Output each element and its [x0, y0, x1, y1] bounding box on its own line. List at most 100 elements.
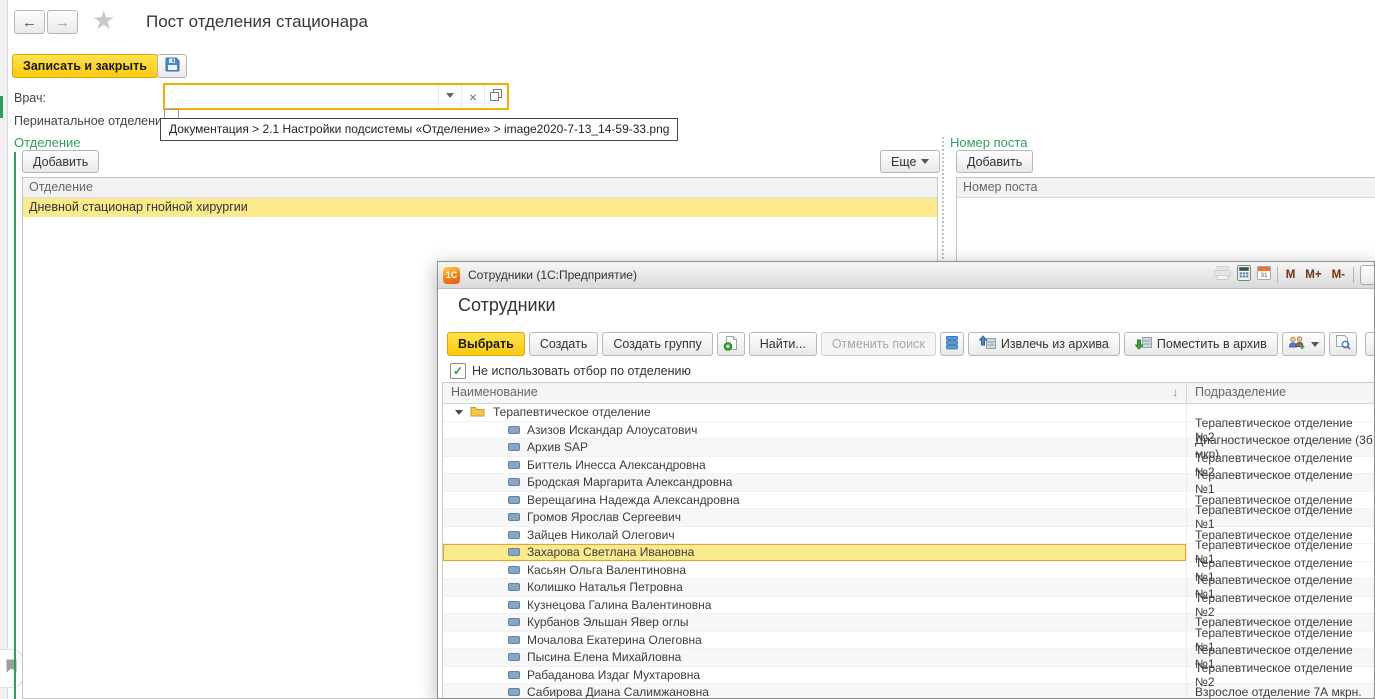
employee-name: Бродская Маргарита Александровна	[527, 475, 732, 489]
check-icon: ✓	[453, 365, 463, 377]
employee-row[interactable]: Кузнецова Галина Валентиновна Терапевтич…	[443, 597, 1374, 615]
expand-collapse-icon[interactable]	[455, 410, 463, 419]
choose-from-list-icon	[490, 88, 502, 106]
employee-dept: Взрослое отделение 7А мкрн.	[1187, 684, 1374, 699]
back-arrow-icon: ←	[22, 14, 37, 31]
extract-from-archive-button[interactable]: Извлечь из архива	[968, 332, 1120, 356]
doctor-clear-button[interactable]: ×	[461, 85, 484, 108]
employee-item-icon	[508, 513, 520, 521]
favorite-star-icon[interactable]: ★	[92, 6, 115, 34]
filter-checkbox-row[interactable]: ✓ Не использовать отбор по отделению	[450, 363, 691, 379]
window-control-button[interactable]	[1360, 265, 1375, 285]
employee-item-icon	[508, 618, 520, 626]
employee-item-icon	[508, 548, 520, 556]
save-and-close-button[interactable]: Записать и закрыть	[12, 54, 158, 78]
employee-item-icon	[508, 636, 520, 644]
employee-item-icon	[508, 688, 520, 696]
svg-text:31: 31	[1260, 272, 1268, 279]
employee-name: Кузнецова Галина Валентиновна	[527, 598, 711, 612]
employee-item-icon	[508, 671, 520, 679]
employee-dept: Терапевтическое отделение №1	[1187, 509, 1374, 526]
employees-table-header: Наименование ↓ Подразделение	[443, 383, 1374, 404]
back-button[interactable]: ←	[14, 10, 45, 34]
titlebar-separator	[1353, 267, 1354, 283]
employee-name: Рабаданова Издаг Мухтаровна	[527, 668, 700, 682]
employee-name: Курбанов Эльшан Явер оглы	[527, 615, 689, 629]
to-archive-label: Поместить в архив	[1157, 337, 1267, 351]
find-button[interactable]: Найти...	[749, 332, 817, 356]
employee-name: Верещагина Надежда Александровна	[527, 493, 740, 507]
add-user-dropdown-button[interactable]	[1282, 332, 1325, 356]
employee-item-icon	[508, 653, 520, 661]
employee-rows: Терапевтическое отделение Азизов Исканда…	[443, 404, 1374, 699]
calculator-icon[interactable]	[1237, 265, 1251, 286]
column-header-name[interactable]: Наименование ↓	[443, 383, 1187, 403]
filter-checkbox[interactable]: ✓	[450, 363, 466, 379]
department-more-button[interactable]: Еще	[880, 150, 940, 173]
left-dock-accent	[0, 96, 3, 118]
employee-name: Касьян Ольга Валентиновна	[527, 563, 686, 577]
memory-m-button[interactable]: M	[1284, 269, 1298, 281]
employee-item-icon	[508, 601, 520, 609]
column-header-department[interactable]: Подразделение	[1187, 383, 1374, 403]
employee-row[interactable]: Бродская Маргарита Александровна Терапев…	[443, 474, 1374, 492]
employee-item-icon	[508, 461, 520, 469]
doctor-dropdown-button[interactable]	[438, 85, 461, 108]
doctor-input[interactable]: ×	[163, 83, 509, 110]
dialog-more-button[interactable]: Еще	[1365, 332, 1375, 356]
department-column-header[interactable]: Отделение	[23, 178, 937, 198]
window-title: Сотрудники (1С:Предприятие)	[468, 268, 637, 282]
memory-mplus-button[interactable]: M+	[1303, 269, 1323, 281]
select-button[interactable]: Выбрать	[447, 332, 525, 356]
employee-name: Колишко Наталья Петровна	[527, 580, 683, 594]
employee-row[interactable]: Громов Ярослав Сергеевич Терапевтическое…	[443, 509, 1374, 527]
forward-button[interactable]: →	[47, 10, 78, 34]
create-group-button[interactable]: Создать группу	[602, 332, 712, 356]
employee-dept: Терапевтическое отделение №1	[1187, 474, 1374, 491]
folder-icon	[470, 405, 485, 420]
doctor-choose-button[interactable]	[484, 85, 507, 108]
memory-mminus-button[interactable]: M-	[1330, 269, 1347, 281]
employee-item-icon	[508, 478, 520, 486]
add-user-icon	[1288, 336, 1306, 353]
employees-window: 1С Сотрудники (1С:Предприятие)	[437, 261, 1375, 699]
filter-checkbox-label: Не использовать отбор по отделению	[472, 364, 691, 378]
employee-row[interactable]: Рабаданова Издаг Мухтаровна Терапевтичес…	[443, 667, 1374, 685]
more-label: Еще	[891, 155, 916, 169]
employee-row[interactable]: Сабирова Диана Салимжановна Взрослое отд…	[443, 684, 1374, 699]
chevron-down-icon	[1311, 342, 1319, 351]
search-settings-icon-button[interactable]	[1329, 332, 1357, 356]
employee-name: Громов Ярослав Сергеевич	[527, 510, 681, 524]
department-add-button[interactable]: Добавить	[22, 150, 99, 173]
employee-name: Архив SAP	[527, 440, 588, 454]
calendar-icon[interactable]: 31	[1257, 265, 1271, 285]
doctor-field-label: Врач:	[14, 91, 46, 105]
page-title: Пост отделения стационара	[146, 12, 368, 32]
breadcrumb-tooltip: Документация > 2.1 Настройки подсистемы …	[160, 118, 678, 141]
save-button[interactable]	[157, 54, 187, 78]
window-titlebar[interactable]: 1С Сотрудники (1С:Предприятие)	[438, 262, 1374, 289]
create-new-icon-button[interactable]	[717, 332, 745, 356]
group-name: Терапевтическое отделение	[493, 405, 651, 419]
employee-item-icon	[508, 496, 520, 504]
create-button[interactable]: Создать	[529, 332, 599, 356]
list-view-icon-button[interactable]	[940, 332, 964, 356]
post-add-button[interactable]: Добавить	[956, 150, 1033, 173]
employee-name: Биттель Инесса Александровна	[527, 458, 706, 472]
post-column-header[interactable]: Номер поста	[957, 178, 1375, 198]
employee-item-icon	[508, 566, 520, 574]
print-icon[interactable]	[1214, 266, 1231, 285]
forward-arrow-icon: →	[55, 14, 70, 31]
extract-label: Извлечь из архива	[1001, 337, 1109, 351]
dialog-toolbar: Выбрать Создать Создать группу Найти... …	[447, 332, 1375, 356]
archive-down-arrow-icon	[1135, 335, 1152, 353]
cancel-search-button[interactable]: Отменить поиск	[821, 332, 936, 356]
sort-descending-icon: ↓	[1173, 384, 1179, 403]
put-to-archive-button[interactable]: Поместить в архив	[1124, 332, 1278, 356]
new-document-plus-icon	[723, 335, 739, 354]
bookmarks-panel-tab[interactable]	[0, 649, 23, 688]
screen: ← → ★ Пост отделения стационара Записать…	[0, 0, 1375, 699]
perinatal-checkbox-label: Перинатальное отделение	[14, 114, 169, 128]
department-row[interactable]: Дневной стационар гнойной хирургии	[23, 198, 937, 217]
list-icon	[946, 336, 958, 353]
